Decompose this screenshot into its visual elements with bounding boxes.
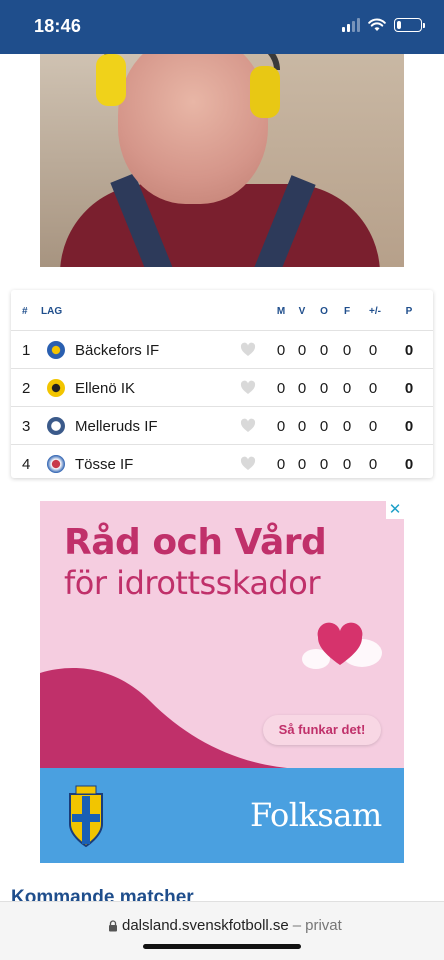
url-separator: – [292, 917, 302, 934]
home-indicator[interactable] [143, 944, 301, 949]
stat-points: 0 [404, 380, 414, 397]
team-logo-icon [47, 341, 65, 359]
stat-matches: 0 [276, 380, 286, 397]
header-points: P [405, 306, 413, 317]
favorite-heart-icon[interactable] [240, 418, 256, 434]
header-m: M [276, 306, 286, 317]
stat-goal-diff: 0 [368, 380, 378, 397]
header-rank: # [22, 306, 28, 317]
stat-wins: 0 [297, 418, 307, 435]
table-row[interactable]: 1 Bäckefors IF 0 0 0 0 0 0 [11, 330, 433, 368]
ad-cta-button[interactable]: Så funkar det! [263, 715, 381, 745]
url-display[interactable]: dalsland.svenskfotboll.se – privat [108, 917, 342, 934]
header-team: LAG [41, 306, 63, 317]
favorite-heart-icon[interactable] [240, 456, 256, 472]
ad-footer: Folksam [40, 768, 404, 863]
stat-goal-diff: 0 [368, 342, 378, 359]
table-row[interactable]: 4 Tösse IF 0 0 0 0 0 0 [11, 444, 433, 482]
lock-icon [109, 919, 117, 931]
favorite-heart-icon[interactable] [240, 380, 256, 396]
stat-points: 0 [404, 342, 414, 359]
team-rank: 2 [22, 380, 31, 397]
stat-wins: 0 [297, 380, 307, 397]
stat-draws: 0 [319, 456, 329, 473]
browser-url-bar[interactable]: dalsland.svenskfotboll.se – privat [0, 901, 444, 960]
team-logo-icon [47, 417, 65, 435]
header-v: V [298, 306, 306, 317]
stat-draws: 0 [319, 380, 329, 397]
standings-header: # LAG M V O F +/- P [11, 290, 433, 330]
stat-wins: 0 [297, 342, 307, 359]
stat-points: 0 [404, 418, 414, 435]
stat-draws: 0 [319, 418, 329, 435]
cellular-signal-icon [342, 18, 360, 32]
table-row[interactable]: 3 Melleruds IF 0 0 0 0 0 0 [11, 406, 433, 444]
header-o: O [320, 306, 328, 317]
stat-matches: 0 [276, 456, 286, 473]
battery-icon [394, 18, 425, 32]
table-row[interactable]: 2 Ellenö IK 0 0 0 0 0 0 [11, 368, 433, 406]
hero-image [40, 54, 404, 267]
team-name[interactable]: Tösse IF [75, 456, 133, 473]
stat-losses: 0 [342, 456, 352, 473]
team-rank: 1 [22, 342, 31, 359]
favorite-heart-icon[interactable] [240, 342, 256, 358]
team-name[interactable]: Ellenö IK [75, 380, 135, 397]
team-logo-icon [47, 379, 65, 397]
stat-goal-diff: 0 [368, 418, 378, 435]
header-goal-diff: +/- [369, 306, 381, 317]
status-bar: 18:46 [0, 0, 444, 54]
stat-matches: 0 [276, 342, 286, 359]
ad-close-icon[interactable]: ✕ [386, 501, 404, 519]
team-rank: 4 [22, 456, 31, 473]
status-time: 18:46 [34, 16, 82, 36]
stat-points: 0 [404, 456, 414, 473]
team-name[interactable]: Melleruds IF [75, 418, 158, 435]
team-name[interactable]: Bäckefors IF [75, 342, 159, 359]
team-rank: 3 [22, 418, 31, 435]
svff-crest-icon [69, 785, 103, 848]
status-icons [342, 18, 425, 32]
stat-losses: 0 [342, 380, 352, 397]
stat-draws: 0 [319, 342, 329, 359]
team-logo-icon [47, 455, 65, 473]
stat-goal-diff: 0 [368, 456, 378, 473]
header-f: F [343, 306, 351, 317]
stat-wins: 0 [297, 456, 307, 473]
private-mode-label: privat [305, 917, 342, 934]
stat-matches: 0 [276, 418, 286, 435]
stat-losses: 0 [342, 418, 352, 435]
ad-subtitle: för idrottsskador [64, 564, 320, 602]
ad-brand: Folksam [250, 796, 382, 834]
stat-losses: 0 [342, 342, 352, 359]
ad-title: Råd och Vård [64, 522, 327, 563]
wifi-icon [368, 18, 386, 31]
url-text: dalsland.svenskfotboll.se [122, 917, 289, 934]
advertisement-banner[interactable]: ✕ Råd och Vård för idrottsskador Så funk… [40, 501, 404, 863]
standings-table: # LAG M V O F +/- P 1 Bäckefors IF 0 0 0… [11, 290, 433, 478]
